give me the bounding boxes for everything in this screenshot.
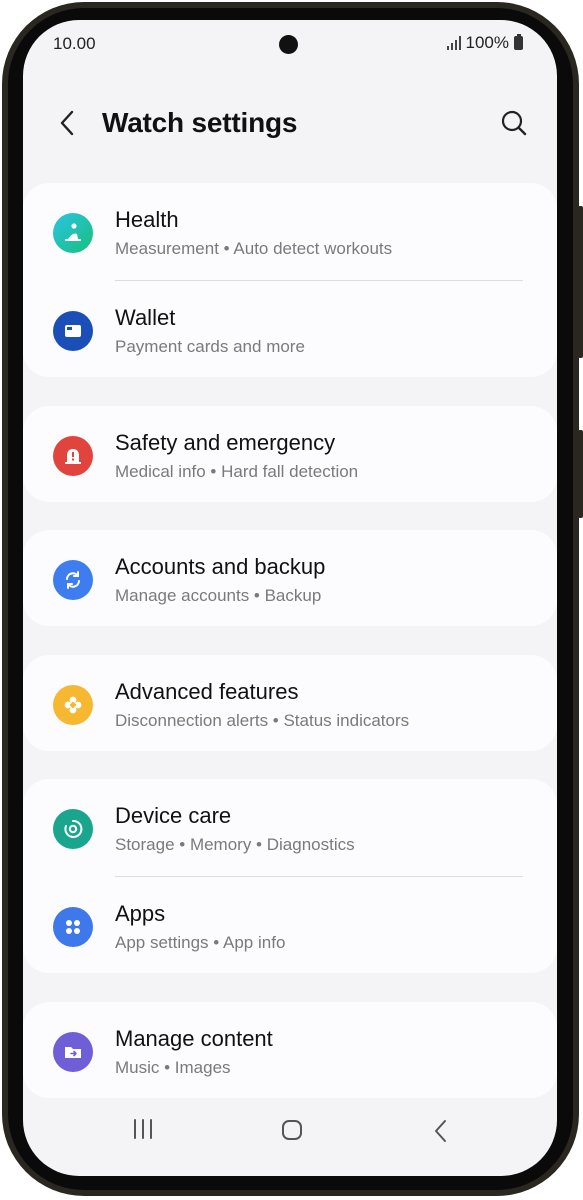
battery-percent: 100%: [465, 33, 509, 52]
navigation-bar: [23, 1086, 557, 1176]
setting-label: Health: [115, 207, 179, 232]
back-arrow-icon[interactable]: [53, 108, 83, 138]
safety-icon: [53, 436, 93, 476]
settings-group-6: Manage content Music • Images: [23, 1002, 557, 1098]
battery-icon: [514, 34, 523, 50]
setting-label: Accounts and backup: [115, 554, 326, 579]
settings-group-3: Accounts and backup Manage accounts • Ba…: [23, 530, 557, 626]
screen: 10.00 100% Watch settings Health Measure…: [23, 20, 557, 1176]
page-title: Watch settings: [102, 107, 298, 138]
apps-icon: [53, 907, 93, 947]
search-icon[interactable]: [499, 108, 529, 138]
setting-item-accounts[interactable]: Accounts and backup Manage accounts • Ba…: [23, 530, 557, 628]
setting-subtitle: Medical info • Hard fall detection: [115, 462, 359, 481]
app-bar: Watch settings: [23, 100, 557, 150]
signal-icon: [446, 36, 461, 50]
setting-label: Advanced features: [115, 679, 299, 704]
health-icon: [53, 213, 93, 253]
setting-item-advanced-features[interactable]: Advanced features Disconnection alerts •…: [23, 655, 557, 753]
setting-item-wallet[interactable]: Wallet Payment cards and more: [23, 281, 557, 379]
recent-apps-icon[interactable]: [132, 1119, 154, 1139]
setting-subtitle: App settings • App info: [115, 933, 286, 952]
setting-subtitle: Storage • Memory • Diagnostics: [115, 835, 355, 854]
front-camera: [279, 35, 298, 54]
setting-subtitle: Manage accounts • Backup: [115, 586, 322, 605]
settings-group-2: Safety and emergency Medical info • Hard…: [23, 406, 557, 502]
setting-item-health[interactable]: Health Measurement • Auto detect workout…: [23, 183, 557, 281]
status-icons: 100%: [446, 33, 523, 53]
status-bar: 10.00 100%: [23, 20, 557, 66]
setting-subtitle: Music • Images: [115, 1058, 231, 1077]
setting-label: Manage content: [115, 1026, 273, 1051]
power-button: [578, 430, 583, 518]
sync-icon: [53, 560, 93, 600]
nav-back-icon[interactable]: [433, 1119, 449, 1143]
settings-group-5: Device care Storage • Memory • Diagnosti…: [23, 779, 557, 973]
advanced-features-icon: [53, 685, 93, 725]
setting-label: Wallet: [115, 305, 176, 330]
setting-subtitle: Payment cards and more: [115, 337, 305, 356]
volume-button: [578, 206, 583, 358]
home-icon[interactable]: [281, 1119, 303, 1141]
settings-group-1: Health Measurement • Auto detect workout…: [23, 183, 557, 377]
folder-icon: [53, 1032, 93, 1072]
setting-label: Safety and emergency: [115, 430, 336, 455]
setting-item-apps[interactable]: Apps App settings • App info: [23, 877, 557, 975]
setting-item-device-care[interactable]: Device care Storage • Memory • Diagnosti…: [23, 779, 557, 877]
setting-label: Apps: [115, 901, 166, 926]
setting-item-safety[interactable]: Safety and emergency Medical info • Hard…: [23, 406, 557, 504]
setting-subtitle: Disconnection alerts • Status indicators: [115, 711, 410, 730]
wallet-icon: [53, 311, 93, 351]
setting-label: Device care: [115, 803, 232, 828]
status-time: 10.00: [53, 34, 96, 53]
device-care-icon: [53, 809, 93, 849]
settings-group-4: Advanced features Disconnection alerts •…: [23, 655, 557, 751]
setting-subtitle: Measurement • Auto detect workouts: [115, 239, 393, 258]
